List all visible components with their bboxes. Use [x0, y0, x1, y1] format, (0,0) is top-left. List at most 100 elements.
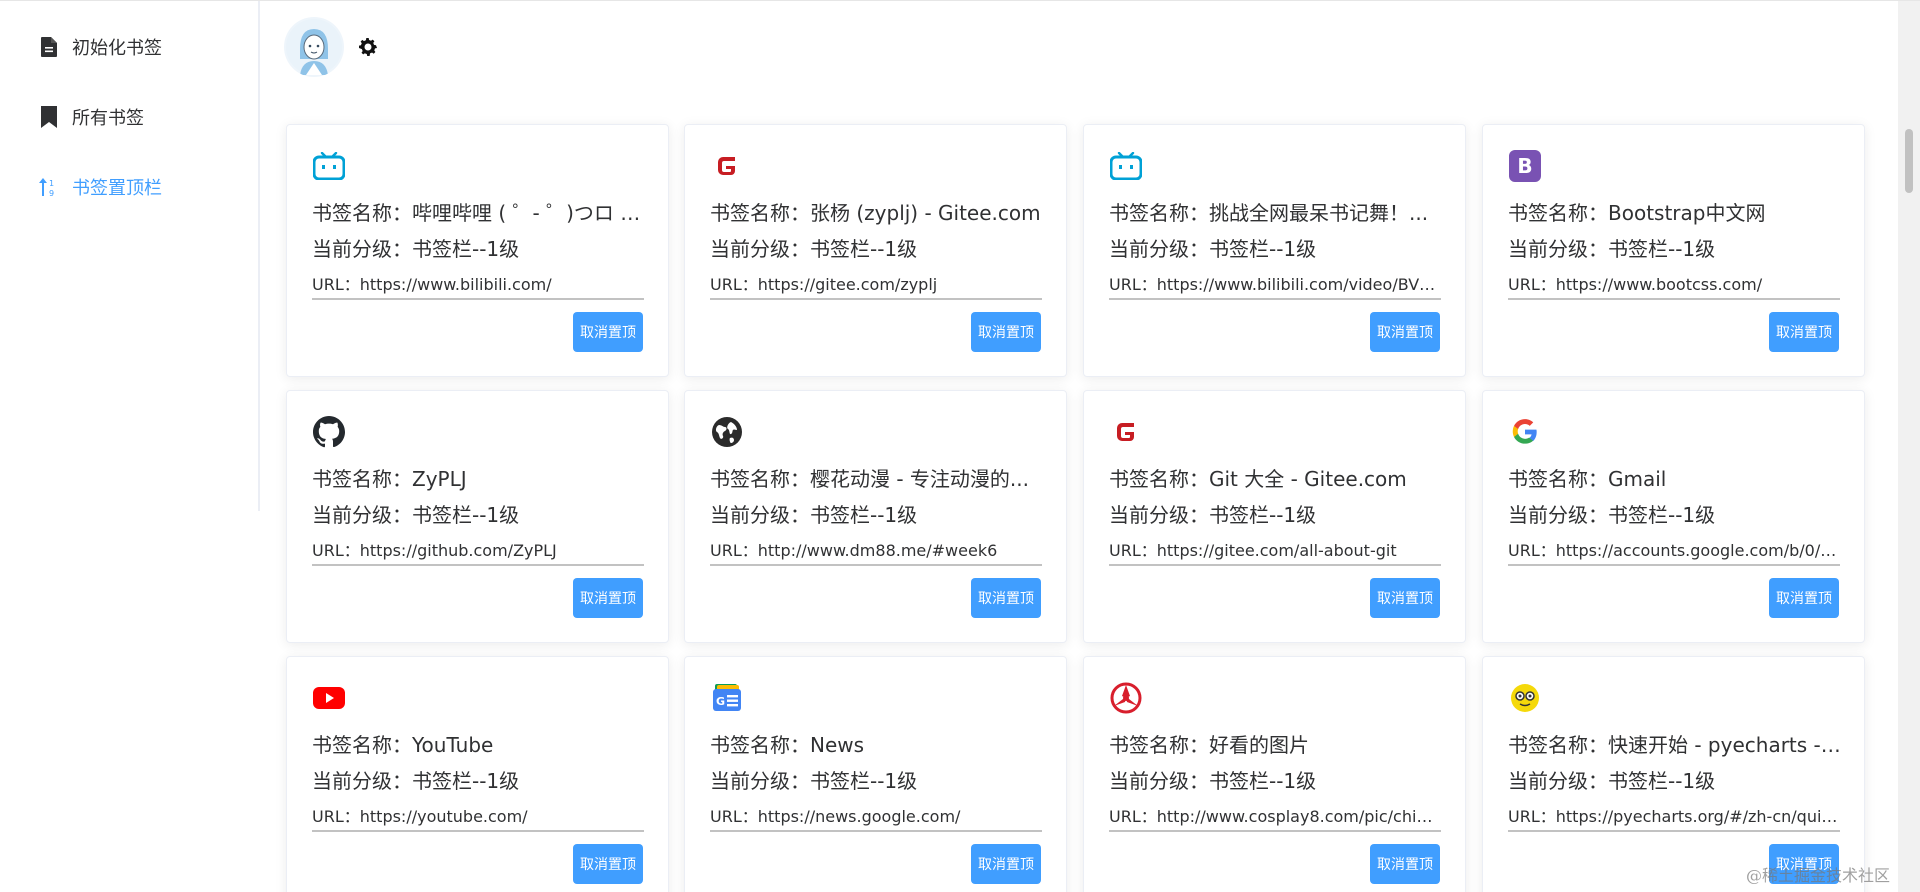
bookmark-card: 书签名称：YouTube 当前分级：书签栏--1级 URL：https://yo…: [286, 656, 669, 892]
bookmark-level: 当前分级：书签栏--1级: [1109, 503, 1317, 527]
unpin-button[interactable]: 取消置顶: [971, 578, 1041, 618]
bookmark-name: 书签名称：张杨 (zyplj) - Gitee.com: [710, 201, 1041, 225]
divider: [710, 564, 1042, 566]
scrollbar[interactable]: [1898, 1, 1920, 892]
divider: [1109, 830, 1441, 832]
bookmark-card: 书签名称：张杨 (zyplj) - Gitee.com 当前分级：书签栏--1级…: [684, 124, 1067, 377]
bookmark-url: URL：https://gitee.com/all-about-git: [1109, 541, 1397, 560]
unpin-button[interactable]: 取消置顶: [1370, 844, 1440, 884]
file-icon: [38, 36, 60, 58]
bookmark-name: 书签名称：ZyPLJ: [312, 467, 467, 491]
svg-text:1: 1: [49, 179, 54, 188]
sidebar-item-label: 所有书签: [72, 108, 144, 129]
bookmark-level: 当前分级：书签栏--1级: [312, 769, 520, 793]
bookmark-url: URL：https://www.bilibili.com/video/BV1C3…: [1109, 275, 1441, 294]
divider: [1508, 830, 1840, 832]
unpin-button[interactable]: 取消置顶: [573, 578, 643, 618]
unpin-button[interactable]: 取消置顶: [1769, 312, 1839, 352]
bookmark-card: 书签名称：挑战全网最呆书记舞！... 当前分级：书签栏--1级 URL：http…: [1083, 124, 1466, 377]
bootstrap-icon: B: [1508, 149, 1542, 183]
bookmark-url: URL：https://accounts.google.com/b/0/Add.…: [1508, 541, 1840, 560]
bookmark-url: URL：https://gitee.com/zyplj: [710, 275, 938, 294]
github-icon: [312, 415, 346, 449]
bookmark-name: 书签名称：News: [710, 733, 865, 757]
gitee-icon: [710, 149, 744, 183]
watermark: @稀土掘金技术社区: [1745, 866, 1890, 885]
bookmark-card: 书签名称：快速开始 - pyecharts - ... 当前分级：书签栏--1级…: [1482, 656, 1865, 892]
bilibili-icon: [312, 149, 346, 183]
google-icon: [1508, 415, 1542, 449]
bookmark-card: G 书签名称：News 当前分级：书签栏--1级 URL：https://new…: [684, 656, 1067, 892]
bilibili-icon: [1109, 149, 1143, 183]
avatar[interactable]: [284, 17, 344, 77]
bookmark-level: 当前分级：书签栏--1级: [710, 237, 918, 261]
bookmark-level: 当前分级：书签栏--1级: [312, 503, 520, 527]
svg-text:G: G: [716, 695, 725, 708]
bookmark-url: URL：https://news.google.com/: [710, 807, 961, 826]
bookmark-url: URL：http://www.cosplay8.com/pic/chinaco.…: [1109, 807, 1441, 826]
bookmark-card: 书签名称：哔哩哔哩 ( ゜- ゜)つロ 干杯~-bilibili 当前分级：书签…: [286, 124, 669, 377]
bookmark-name: 书签名称：挑战全网最呆书记舞！...: [1109, 201, 1429, 225]
unpin-button[interactable]: 取消置顶: [971, 312, 1041, 352]
divider: [312, 564, 644, 566]
app-window: 初始化书签 所有书签 19 书签置顶栏 书签名称：哔哩哔哩 (゜- ゜)つロ …: [0, 0, 1920, 892]
unpin-button[interactable]: 取消置顶: [573, 844, 643, 884]
bookmark-name: 书签名称：好看的图片: [1109, 733, 1309, 757]
youtube-icon: [312, 681, 346, 715]
svg-text:9: 9: [49, 189, 54, 198]
bookmark-url: URL：https://pyecharts.org/#/zh-cn/quicks…: [1508, 807, 1840, 826]
bookmark-card: 书签名称：好看的图片 当前分级：书签栏--1级 URL：http://www.c…: [1083, 656, 1466, 892]
bookmark-name: 书签名称：哔哩哔哩 ( ゜- ゜)つロ 干杯~-bilibili: [312, 201, 647, 225]
globe-icon: [710, 415, 744, 449]
google-news-icon: G: [710, 681, 744, 715]
sidebar-item-label: 书签置顶栏: [72, 178, 162, 199]
bookmark-name: 书签名称：Bootstrap中文网: [1508, 201, 1766, 225]
sort-icon: 19: [38, 176, 60, 198]
bookmark-url: URL：https://github.com/ZyPLJ: [312, 541, 557, 560]
bookmark-name: 书签名称：Git 大全 - Gitee.com: [1109, 467, 1407, 491]
sidebar-item-pinned-bar[interactable]: 19 书签置顶栏: [38, 167, 162, 207]
divider: [1508, 298, 1840, 300]
unpin-button[interactable]: 取消置顶: [573, 312, 643, 352]
gitee-icon: [1109, 415, 1143, 449]
bookmark-url: URL：http://www.dm88.me/#week6: [710, 541, 998, 560]
divider: [1508, 564, 1840, 566]
cosplay-icon: [1109, 681, 1143, 715]
divider: [312, 830, 644, 832]
bookmark-name: 书签名称：Gmail: [1508, 467, 1667, 491]
sidebar-item-all-bookmarks[interactable]: 所有书签: [38, 97, 144, 137]
bookmark-url: URL：https://www.bilibili.com/: [312, 275, 552, 294]
bookmark-level: 当前分级：书签栏--1级: [1109, 769, 1317, 793]
unpin-button[interactable]: 取消置顶: [1370, 312, 1440, 352]
unpin-button[interactable]: 取消置顶: [1370, 578, 1440, 618]
bookmark-icon: [38, 106, 60, 128]
unpin-button[interactable]: 取消置顶: [971, 844, 1041, 884]
scrollbar-thumb[interactable]: [1905, 129, 1913, 193]
bookmark-url: URL：https://youtube.com/: [312, 807, 528, 826]
bookmark-level: 当前分级：书签栏--1级: [1109, 237, 1317, 261]
pyecharts-icon: [1508, 681, 1542, 715]
divider: [710, 830, 1042, 832]
bookmark-card: 书签名称：Gmail 当前分级：书签栏--1级 URL：https://acco…: [1482, 390, 1865, 643]
bookmark-name: 书签名称：YouTube: [312, 733, 494, 757]
divider: [1109, 564, 1441, 566]
bookmark-card: B 书签名称：Bootstrap中文网 当前分级：书签栏--1级 URL：htt…: [1482, 124, 1865, 377]
bookmark-card: 书签名称：Git 大全 - Gitee.com 当前分级：书签栏--1级 URL…: [1083, 390, 1466, 643]
divider: [312, 298, 644, 300]
divider: [1109, 298, 1441, 300]
bookmark-level: 当前分级：书签栏--1级: [710, 769, 918, 793]
sidebar-item-init-bookmarks[interactable]: 初始化书签: [38, 27, 162, 67]
bookmark-level: 当前分级：书签栏--1级: [312, 237, 520, 261]
header: [284, 15, 380, 79]
sidebar: 初始化书签 所有书签 19 书签置顶栏: [0, 1, 260, 511]
sidebar-item-label: 初始化书签: [72, 38, 162, 59]
bookmark-level: 当前分级：书签栏--1级: [1508, 237, 1716, 261]
bookmark-card: 书签名称：樱花动漫 - 专注动漫的... 当前分级：书签栏--1级 URL：ht…: [684, 390, 1067, 643]
divider: [710, 298, 1042, 300]
unpin-button[interactable]: 取消置顶: [1769, 578, 1839, 618]
gear-icon[interactable]: [356, 35, 380, 59]
bookmark-card: 书签名称：ZyPLJ 当前分级：书签栏--1级 URL：https://gith…: [286, 390, 669, 643]
bookmark-level: 当前分级：书签栏--1级: [710, 503, 918, 527]
bookmark-url: URL：https://www.bootcss.com/: [1508, 275, 1763, 294]
main-content: 书签名称：哔哩哔哩 ( ゜- ゜)つロ 干杯~-bilibili 当前分级：书签…: [262, 1, 1902, 892]
